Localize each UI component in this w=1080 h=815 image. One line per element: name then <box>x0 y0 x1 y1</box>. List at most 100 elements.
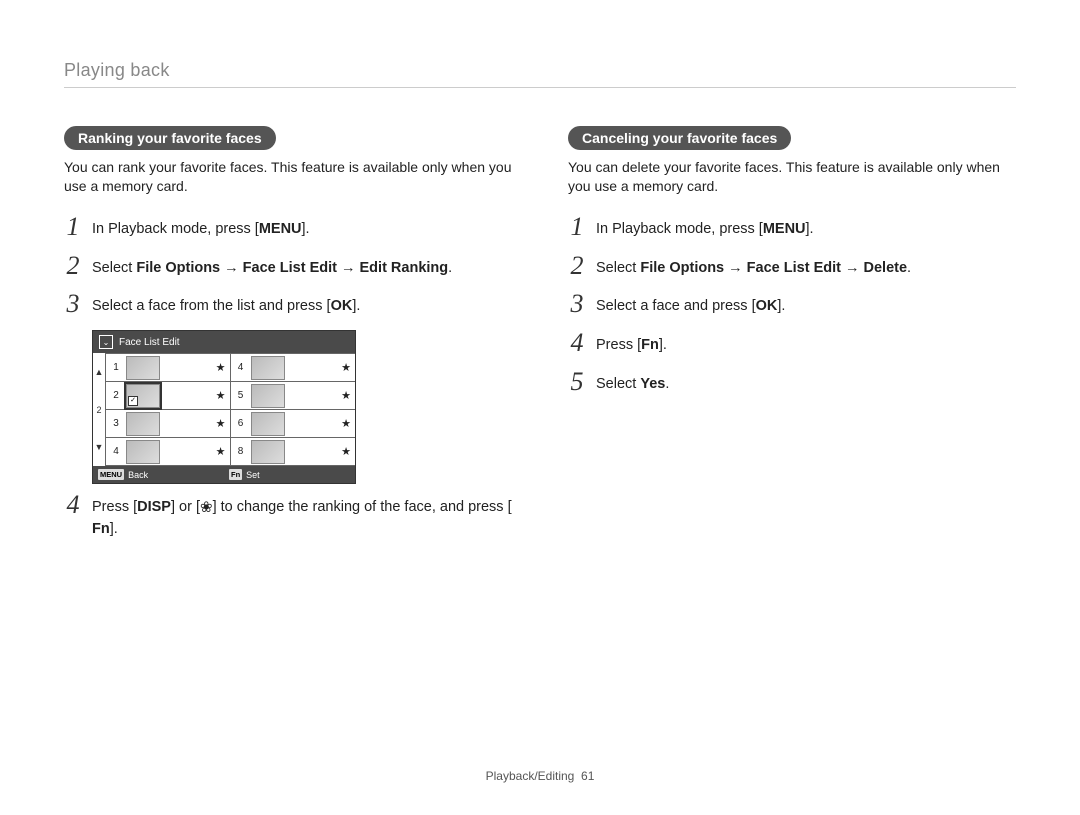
chevron-down-icon: ▼ <box>95 442 104 452</box>
star-icon: ★ <box>216 389 226 402</box>
face-thumbnail <box>251 384 285 408</box>
step-3: 3 Select a face and press [OK]. <box>568 291 1016 318</box>
two-column-layout: Ranking your favorite faces You can rank… <box>64 126 1016 553</box>
step-number: 1 <box>64 214 82 240</box>
step-number: 2 <box>568 253 586 279</box>
footer-set: Fn Set <box>224 466 355 483</box>
face-rank-number: 4 <box>110 446 122 457</box>
step-body: In Playback mode, press [MENU]. <box>92 214 512 241</box>
step-body: Press [DISP] or [❀] to change the rankin… <box>92 492 512 541</box>
text: Select a face and press [ <box>596 298 756 314</box>
step-number: 3 <box>568 291 586 317</box>
step-1: 1 In Playback mode, press [MENU]. <box>64 214 512 241</box>
face-cell: 3★ <box>106 410 231 438</box>
face-cell: 8★ <box>231 438 356 466</box>
chevron-up-icon: ▲ <box>95 367 104 377</box>
manual-page: Playing back Ranking your favorite faces… <box>0 0 1080 815</box>
lcd-header: ⌄ Face List Edit <box>93 331 355 353</box>
fn-badge: Fn <box>229 469 242 480</box>
step-number: 1 <box>568 214 586 240</box>
disp-key: DISP <box>137 497 171 519</box>
menu-path: File Options → Face List Edit → Edit Ran… <box>136 260 448 276</box>
check-icon: ✓ <box>128 396 138 406</box>
step-body: Press [Fn]. <box>596 330 1016 357</box>
face-cell: 1★ <box>106 354 231 382</box>
text: Select <box>92 260 136 276</box>
step-2: 2 Select File Options → Face List Edit →… <box>568 253 1016 280</box>
step-body: Select File Options → Face List Edit → D… <box>596 253 1016 280</box>
face-cell: 5★ <box>231 382 356 410</box>
face-rank-number: 6 <box>235 418 247 429</box>
text: ] or [ <box>171 499 200 515</box>
face-cell: 6★ <box>231 410 356 438</box>
intro-text: You can rank your favorite faces. This f… <box>64 158 512 196</box>
face-list-edit-screen: ⌄ Face List Edit ▲ 2 ▼ 1★4★2✓★5★3★6★4★8★ <box>92 330 356 484</box>
fn-key: Fn <box>92 519 110 541</box>
star-icon: ★ <box>216 445 226 458</box>
face-thumbnail <box>126 440 160 464</box>
ok-key: OK <box>331 296 353 318</box>
text: Select a face from the list and press [ <box>92 298 331 314</box>
star-icon: ★ <box>341 445 351 458</box>
text: ]. <box>352 298 360 314</box>
face-icon: ⌄ <box>99 335 113 349</box>
face-rank-number: 3 <box>110 418 122 429</box>
pill-heading-canceling: Canceling your favorite faces <box>568 126 791 150</box>
right-column: Canceling your favorite faces You can de… <box>568 126 1016 553</box>
menu-key: MENU <box>763 219 806 241</box>
step-number: 4 <box>64 492 82 518</box>
step-number: 3 <box>64 291 82 317</box>
text: ]. <box>777 298 785 314</box>
step-2: 2 Select File Options → Face List Edit →… <box>64 253 512 280</box>
face-rank-number: 5 <box>235 390 247 401</box>
step-5: 5 Select Yes. <box>568 369 1016 396</box>
face-rank-number: 4 <box>235 362 247 373</box>
step-1: 1 In Playback mode, press [MENU]. <box>568 214 1016 241</box>
step-body: Select File Options → Face List Edit → E… <box>92 253 512 280</box>
face-thumbnail <box>251 356 285 380</box>
lcd-title: Face List Edit <box>119 337 180 348</box>
face-thumbnail <box>251 412 285 436</box>
macro-flower-icon: ❀ <box>200 500 213 515</box>
ok-key: OK <box>756 296 778 318</box>
face-thumbnail <box>126 412 160 436</box>
footer-back: MENU Back <box>93 466 224 483</box>
step-body: Select a face and press [OK]. <box>596 291 1016 318</box>
step-body: Select Yes. <box>596 369 1016 396</box>
star-icon: ★ <box>341 389 351 402</box>
step-body: In Playback mode, press [MENU]. <box>596 214 1016 241</box>
step-3: 3 Select a face from the list and press … <box>64 291 512 318</box>
step-number: 2 <box>64 253 82 279</box>
footer-back-label: Back <box>128 470 148 480</box>
star-icon: ★ <box>341 417 351 430</box>
face-cell: 4★ <box>231 354 356 382</box>
text: Press [ <box>92 499 137 515</box>
face-rank-number: 8 <box>235 446 247 457</box>
step-number: 5 <box>568 369 586 395</box>
step-number: 4 <box>568 330 586 356</box>
face-rank-number: 1 <box>110 362 122 373</box>
face-cell: 2 ✓ ★ <box>106 382 231 410</box>
page-number: 61 <box>581 769 594 783</box>
menu-key: MENU <box>259 219 302 241</box>
face-rank-number: 2 <box>110 390 122 401</box>
star-icon: ★ <box>341 361 351 374</box>
text: . <box>448 260 452 276</box>
text: ] to change the ranking of the face, and… <box>213 499 512 515</box>
face-thumbnail <box>251 440 285 464</box>
star-icon: ★ <box>216 417 226 430</box>
face-thumbnail: ✓ <box>126 384 160 408</box>
menu-badge: MENU <box>98 469 124 480</box>
footer-section: Playback/Editing <box>486 769 575 783</box>
footer-set-label: Set <box>246 470 260 480</box>
text: ]. <box>302 221 310 237</box>
section-title: Playing back <box>64 60 1016 88</box>
text: In Playback mode, press [ <box>596 221 763 237</box>
step-4: 4 Press [Fn]. <box>568 330 1016 357</box>
text: In Playback mode, press [ <box>92 221 259 237</box>
step-body: Select a face from the list and press [O… <box>92 291 512 318</box>
text: . <box>665 376 669 392</box>
scroll-index: 2 <box>96 405 101 415</box>
text: Select <box>596 260 640 276</box>
text: Select <box>596 376 640 392</box>
